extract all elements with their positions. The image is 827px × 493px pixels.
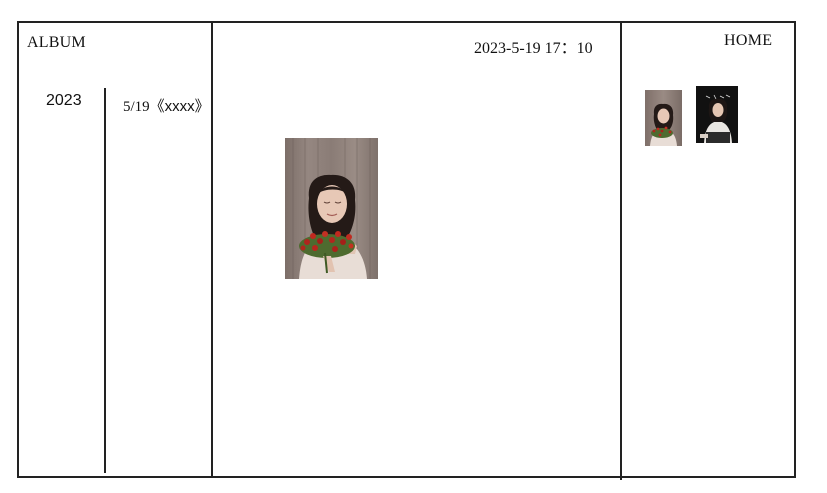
album-entry-date: 5/19 xyxy=(123,99,150,115)
main-photo[interactable] xyxy=(285,138,378,279)
album-entry-title: 《xxxx》 xyxy=(149,98,210,115)
right-panel-divider xyxy=(620,21,622,480)
album-entry[interactable]: 5/19《xxxx》 xyxy=(123,95,210,116)
year-item-2023[interactable]: 2023 xyxy=(46,92,82,110)
portrait-with-flowers-thumbnail-icon xyxy=(650,103,677,146)
timeline-divider xyxy=(104,88,106,473)
sidebar-divider xyxy=(211,21,213,478)
photo-datetime: 2023-5-19 17：10 xyxy=(474,40,593,57)
portrait-dark-background-thumbnail-icon xyxy=(696,86,738,143)
album-title: ALBUM xyxy=(27,34,86,51)
thumbnail-2[interactable] xyxy=(696,86,738,143)
portrait-photo-icon xyxy=(292,138,371,279)
home-link[interactable]: HOME xyxy=(724,32,772,50)
thumbnail-1[interactable] xyxy=(645,90,682,146)
